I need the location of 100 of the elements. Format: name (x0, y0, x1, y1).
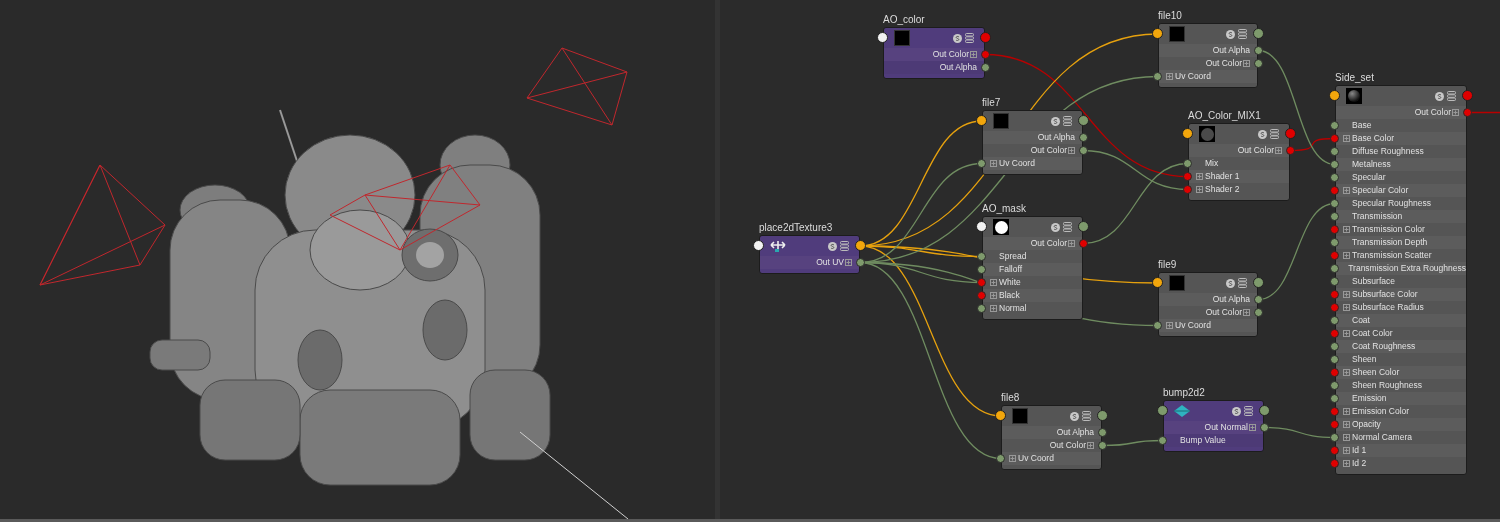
expand-icon[interactable] (1009, 455, 1016, 462)
expand-icon[interactable] (1343, 369, 1350, 376)
attribute-row[interactable]: Subsurface Color (1336, 288, 1466, 301)
attribute-label: Out Color (1205, 57, 1242, 70)
attribute-row[interactable]: Black (983, 289, 1082, 302)
attribute-row[interactable]: Out Color (1189, 144, 1289, 157)
shader-node[interactable]: Out Alpha Out Color Uv Coord (1001, 405, 1102, 470)
expand-icon[interactable] (1343, 434, 1350, 441)
swatch-toggle-icon[interactable] (1232, 406, 1241, 416)
attribute-row[interactable]: Out Alpha (884, 61, 984, 74)
attribute-row[interactable]: Metalness (1336, 158, 1466, 171)
expand-icon[interactable] (1275, 147, 1282, 154)
swatch-toggle-icon[interactable] (1226, 278, 1235, 288)
expand-icon[interactable] (1343, 252, 1350, 259)
attribute-row[interactable]: Transmission Depth (1336, 236, 1466, 249)
attribute-row[interactable]: Out Normal (1164, 421, 1263, 434)
expand-icon[interactable] (1343, 187, 1350, 194)
attribute-list-icon[interactable] (1270, 129, 1279, 139)
attribute-row[interactable]: Out Alpha (1002, 426, 1101, 439)
shader-node[interactable]: Out Color Spread Falloff White Black Normal (982, 216, 1083, 320)
attribute-row[interactable]: Out Color (983, 237, 1082, 250)
swatch-toggle-icon[interactable] (1051, 116, 1060, 126)
expand-icon[interactable] (845, 259, 852, 266)
shader-node[interactable]: Out Alpha Out Color Uv Coord (1158, 23, 1258, 88)
expand-icon[interactable] (1343, 135, 1350, 142)
swatch-toggle-icon[interactable] (828, 241, 837, 251)
expand-icon[interactable] (1068, 147, 1075, 154)
expand-icon[interactable] (1068, 240, 1075, 247)
attribute-list-icon[interactable] (965, 33, 974, 43)
swatch-toggle-icon[interactable] (1070, 411, 1079, 421)
attribute-list-icon[interactable] (1244, 406, 1253, 416)
attribute-row[interactable]: Uv Coord (983, 157, 1082, 170)
shader-node[interactable] (1335, 85, 1467, 475)
attribute-row[interactable]: Emission (1336, 392, 1466, 405)
attribute-row[interactable]: Specular Color (1336, 184, 1466, 197)
expand-icon[interactable] (1343, 460, 1350, 467)
attribute-list-icon[interactable] (840, 241, 849, 251)
shader-node[interactable]: Out Alpha Out Color Uv Coord (1158, 272, 1258, 337)
shader-node[interactable]: Out Color Out Alpha (883, 27, 985, 79)
attribute-label: Subsurface Radius (1352, 301, 1424, 314)
attribute-label: Diffuse Roughness (1352, 145, 1424, 158)
attribute-row[interactable]: Base Color (1336, 132, 1466, 145)
swatch-toggle-icon[interactable] (1051, 222, 1060, 232)
attribute-row[interactable]: Coat Roughness (1336, 340, 1466, 353)
swatch-toggle-icon[interactable] (1258, 129, 1267, 139)
attribute-row[interactable]: Out Color (1336, 106, 1466, 119)
expand-icon[interactable] (1166, 73, 1173, 80)
swatch-toggle-icon[interactable] (953, 33, 962, 43)
expand-icon[interactable] (1166, 322, 1173, 329)
attribute-list-icon[interactable] (1238, 278, 1247, 288)
attribute-row[interactable]: Shader 1 (1189, 170, 1289, 183)
expand-icon[interactable] (990, 292, 997, 299)
attribute-row[interactable]: Out UV (760, 256, 859, 269)
swatch-thumbnail (1346, 88, 1362, 104)
shader-node[interactable]: Out Alpha Out Color Uv Coord (982, 110, 1083, 175)
shader-node[interactable]: Out UV (759, 235, 860, 274)
attribute-row[interactable]: Transmission (1336, 210, 1466, 223)
expand-icon[interactable] (1196, 186, 1203, 193)
expand-icon[interactable] (1243, 309, 1250, 316)
attribute-row[interactable]: Out Alpha (1159, 293, 1257, 306)
attribute-list-icon[interactable] (1063, 116, 1072, 126)
attribute-row[interactable]: Bump Value (1164, 434, 1263, 447)
expand-icon[interactable] (970, 51, 977, 58)
attribute-list-icon[interactable] (1063, 222, 1072, 232)
expand-icon[interactable] (990, 305, 997, 312)
attribute-row[interactable]: Id 1 (1336, 444, 1466, 457)
expand-icon[interactable] (1343, 226, 1350, 233)
expand-icon[interactable] (1196, 173, 1203, 180)
attribute-row[interactable]: Out Alpha (1159, 44, 1257, 57)
expand-icon[interactable] (1087, 442, 1094, 449)
expand-icon[interactable] (1343, 421, 1350, 428)
attribute-list-icon[interactable] (1082, 411, 1091, 421)
expand-icon[interactable] (1343, 447, 1350, 454)
attribute-list-icon[interactable] (1447, 91, 1456, 101)
attribute-row[interactable]: Out Alpha (983, 131, 1082, 144)
attribute-row[interactable]: Coat (1336, 314, 1466, 327)
attribute-list-icon[interactable] (1238, 29, 1247, 39)
attribute-row[interactable]: Sheen Color (1336, 366, 1466, 379)
expand-icon[interactable] (1243, 60, 1250, 67)
expand-icon[interactable] (1343, 330, 1350, 337)
expand-icon[interactable] (1343, 291, 1350, 298)
attribute-label: Emission Color (1352, 405, 1410, 418)
shader-node[interactable]: Out Normal Bump Value (1163, 400, 1264, 452)
attribute-row[interactable]: Out Color (884, 48, 984, 61)
expand-icon[interactable] (990, 279, 997, 286)
expand-icon[interactable] (1343, 408, 1350, 415)
attribute-row[interactable]: Uv Coord (1159, 70, 1257, 83)
attribute-label: Specular (1352, 171, 1386, 184)
expand-icon[interactable] (1249, 424, 1256, 431)
attribute-row[interactable]: Uv Coord (1159, 319, 1257, 332)
shader-node[interactable]: Out Color Mix Shader 1 Shader 2 (1188, 123, 1290, 201)
attribute-row[interactable]: Opacity (1336, 418, 1466, 431)
expand-icon[interactable] (1452, 109, 1459, 116)
swatch-toggle-icon[interactable] (1435, 91, 1444, 101)
expand-icon[interactable] (1343, 304, 1350, 311)
attribute-label: Out Color (932, 48, 969, 61)
attribute-row[interactable]: Uv Coord (1002, 452, 1101, 465)
attribute-row[interactable]: Falloff (983, 263, 1082, 276)
swatch-toggle-icon[interactable] (1226, 29, 1235, 39)
expand-icon[interactable] (990, 160, 997, 167)
